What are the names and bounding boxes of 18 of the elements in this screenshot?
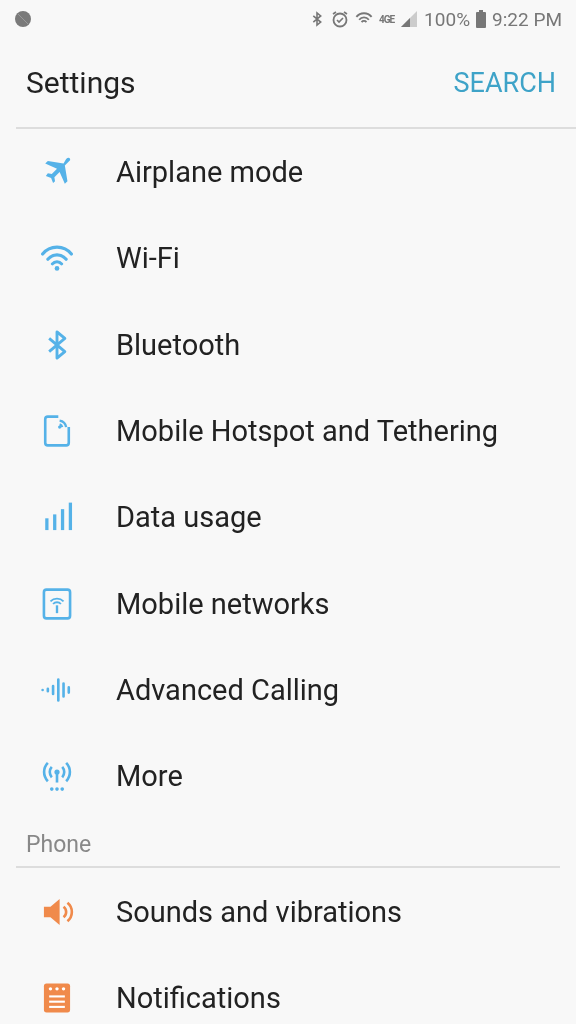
page-title: Settings bbox=[26, 65, 136, 100]
signal-icon bbox=[400, 10, 419, 28]
settings-item[interactable]: Notifications bbox=[116, 980, 281, 1015]
settings-item[interactable]: Airplane mode bbox=[116, 155, 304, 190]
section-header: Phone bbox=[16, 819, 560, 869]
alarm-icon bbox=[330, 10, 349, 28]
battery-icon bbox=[476, 10, 487, 28]
settings-item[interactable]: Mobile Hotspot and Tethering bbox=[116, 414, 499, 449]
settings-item[interactable]: Data usage bbox=[116, 500, 262, 535]
settings-item[interactable]: Bluetooth bbox=[116, 327, 241, 362]
settings-item[interactable]: More bbox=[116, 759, 183, 794]
settings-item[interactable]: Advanced Calling bbox=[116, 672, 340, 707]
settings-item[interactable]: Wi-Fi bbox=[116, 241, 180, 276]
network-type: 4GE bbox=[378, 13, 395, 25]
battery-percent: 100% bbox=[424, 7, 471, 31]
settings-item[interactable]: Sounds and vibrations bbox=[116, 894, 403, 929]
clock-time: 9:22 PM bbox=[492, 7, 562, 31]
settings-item[interactable]: Mobile networks bbox=[116, 586, 330, 621]
